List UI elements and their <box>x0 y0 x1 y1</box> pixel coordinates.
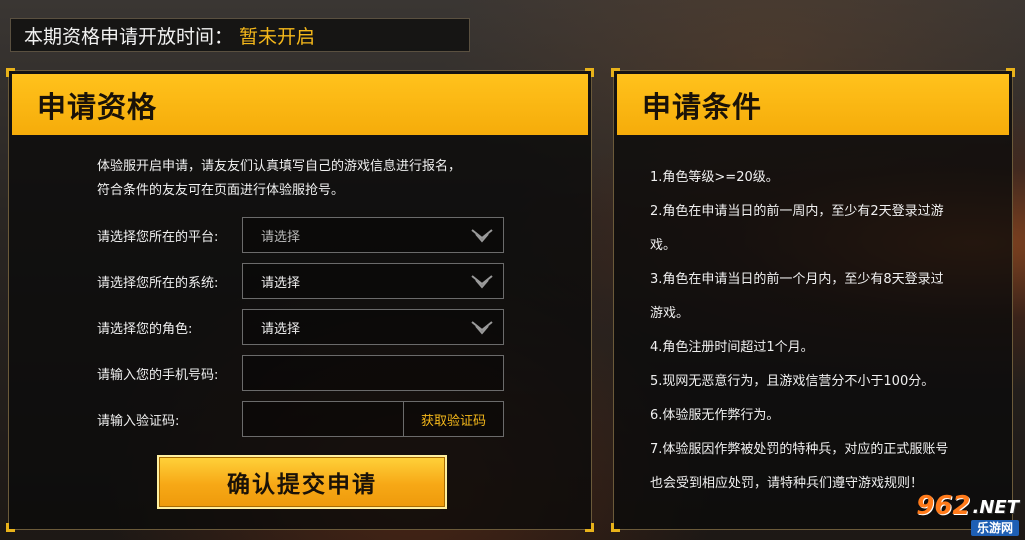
corner-decoration <box>611 523 620 532</box>
condition-line: 7.体验服因作弊被处罚的特种兵，对应的正式服账号 <box>650 442 949 457</box>
condition-line: 3.角色在申请当日的前一个月内，至少有8天登录过 <box>650 272 944 287</box>
banner-status: 暂未开启 <box>239 25 316 48</box>
watermark-site-name: 乐游网 <box>970 520 1019 536</box>
verification-code-input[interactable]: 获取验证码 <box>242 401 504 437</box>
get-code-button[interactable]: 获取验证码 <box>403 402 503 436</box>
role-select[interactable]: 请选择 <box>242 309 504 345</box>
chevron-down-icon <box>471 229 493 243</box>
role-select-value: 请选择 <box>261 321 301 337</box>
system-select[interactable]: 请选择 <box>242 263 504 299</box>
condition-line: 6.体验服无作弊行为。 <box>650 408 780 423</box>
system-row: 请选择您所在的系统: 请选择 <box>97 263 517 299</box>
banner-label: 本期资格申请开放时间： <box>24 25 234 48</box>
platform-row: 请选择您所在的平台: 请选择 <box>97 217 517 253</box>
condition-line: 戏。 <box>650 238 677 253</box>
watermark-number: 962 <box>916 491 971 521</box>
role-row: 请选择您的角色: 请选择 <box>97 309 517 345</box>
phone-input[interactable] <box>242 355 504 391</box>
role-label: 请选择您的角色: <box>97 321 193 337</box>
intro-line: 体验服开启申请，请友友们认真填写自己的游戏信息进行报名， <box>97 159 462 174</box>
application-form-panel: 申请资格 体验服开启申请，请友友们认真填写自己的游戏信息进行报名， 符合条件的友… <box>6 68 594 532</box>
platform-select-value: 请选择 <box>261 229 301 245</box>
conditions-panel: 申请条件 1.角色等级>=20级。 2.角色在申请当日的前一周内，至少有2天登录… <box>611 68 1015 532</box>
submit-application-button[interactable]: 确认提交申请 <box>157 455 447 509</box>
platform-label: 请选择您所在的平台: <box>97 229 219 245</box>
phone-row: 请输入您的手机号码: <box>97 355 517 391</box>
panel-title: 申请资格 <box>12 74 588 135</box>
condition-line: 1.角色等级>=20级。 <box>650 170 779 185</box>
condition-line: 2.角色在申请当日的前一周内，至少有2天登录过游 <box>650 204 944 219</box>
system-select-value: 请选择 <box>261 275 301 291</box>
condition-line: 游戏。 <box>650 306 690 321</box>
condition-line: 5.现网无恶意行为，且游戏信营分不小于100分。 <box>650 374 935 389</box>
code-label: 请输入验证码: <box>97 413 180 429</box>
corner-decoration <box>6 523 15 532</box>
site-watermark-logo: 962 .NET 乐游网 <box>895 491 1019 536</box>
panel-title: 申请条件 <box>617 74 1009 135</box>
condition-line: 4.角色注册时间超过1个月。 <box>650 340 814 355</box>
intro-text: 体验服开启申请，请友友们认真填写自己的游戏信息进行报名， 符合条件的友友可在页面… <box>97 155 557 203</box>
watermark-suffix: .NET <box>972 497 1019 518</box>
system-label: 请选择您所在的系统: <box>97 275 219 291</box>
chevron-down-icon <box>471 321 493 335</box>
platform-select[interactable]: 请选择 <box>242 217 504 253</box>
corner-decoration <box>585 523 594 532</box>
watermark-top: 962 .NET <box>916 491 1019 521</box>
intro-line: 符合条件的友友可在页面进行体验服抢号。 <box>97 183 345 198</box>
conditions-list: 1.角色等级>=20级。 2.角色在申请当日的前一周内，至少有2天登录过游 戏。… <box>650 161 990 501</box>
phone-label: 请输入您的手机号码: <box>97 367 219 383</box>
chevron-down-icon <box>471 275 493 289</box>
code-row: 请输入验证码: 获取验证码 <box>97 401 517 437</box>
application-open-time-banner: 本期资格申请开放时间： 暂未开启 <box>10 18 470 52</box>
